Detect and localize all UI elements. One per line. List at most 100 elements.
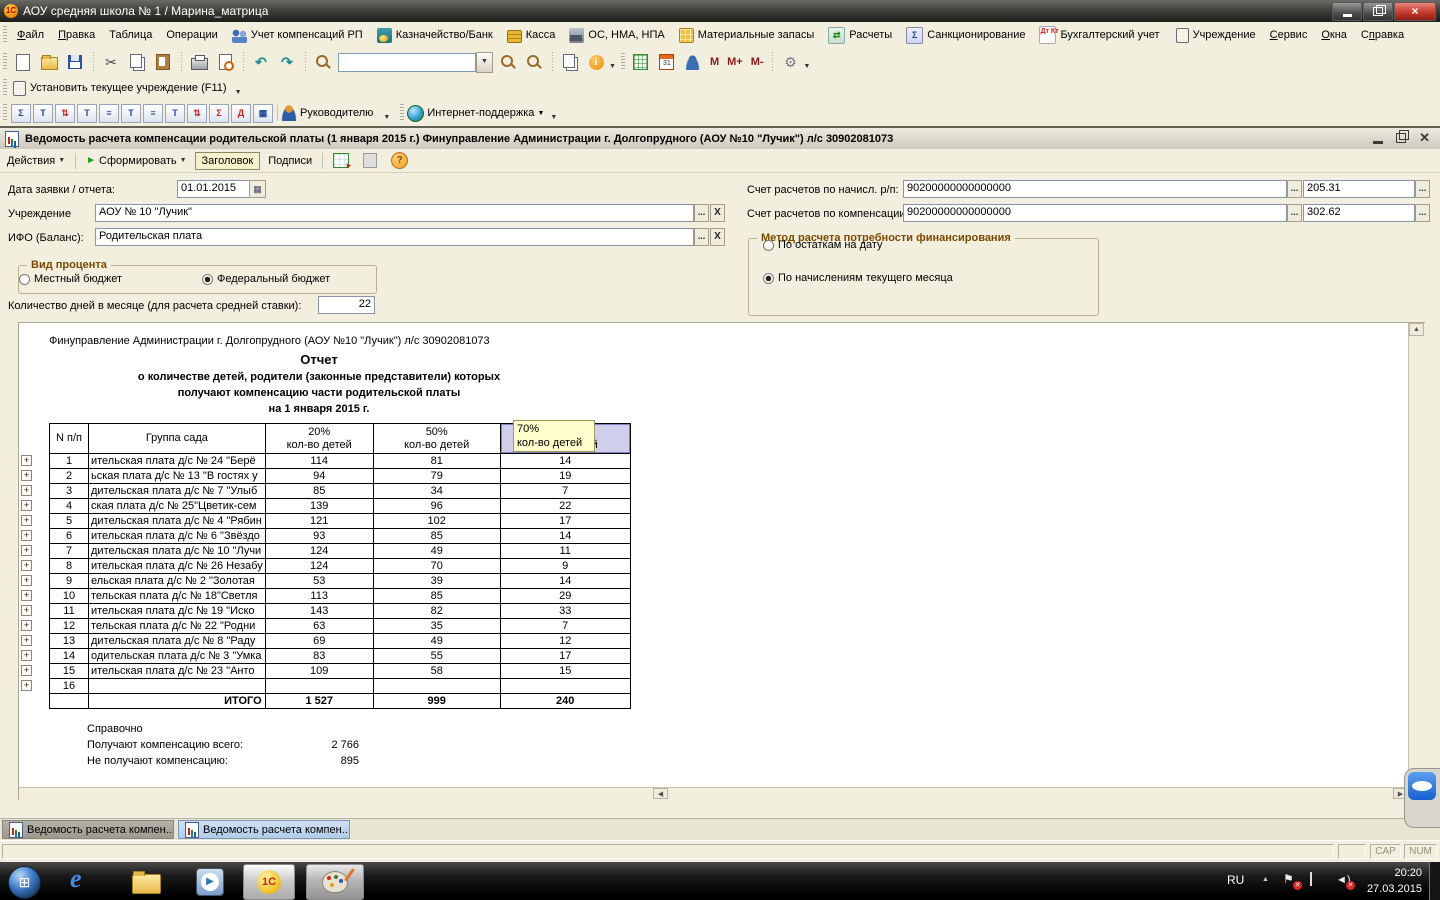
ifo-clear-button[interactable]: X [710,228,725,246]
table-row[interactable]: 6ительская плата д/с № 6 "Звёздо938514 [50,529,631,544]
1c-taskbar-button[interactable]: 1С [243,864,295,900]
account-accrual-code-select-button[interactable]: ... [1415,180,1430,198]
table-cell[interactable]: 58 [373,664,500,679]
account-accrual-input[interactable]: 90200000000000000 [903,180,1287,198]
teamviewer-panel[interactable] [1404,768,1440,828]
table-cell[interactable]: 9 [500,559,630,574]
expand-row-button[interactable]: + [21,605,32,616]
institution-select-button[interactable]: ... [694,204,709,222]
account-comp-input[interactable]: 90200000000000000 [903,204,1287,222]
tools-dropdown-icon[interactable]: ▼ [804,63,811,70]
expand-row-button[interactable]: + [21,560,32,571]
save-icon[interactable] [63,50,87,74]
table-row[interactable]: 2ьская плата д/с № 13 "В гостях у947919 [50,469,631,484]
radio-option[interactable]: По начислениям текущего месяца [763,272,953,284]
table-cell[interactable]: дительская плата д/с № 4 "Рябин [89,514,266,529]
table-cell[interactable]: 7 [500,619,630,634]
menu-item-правка[interactable]: Правка [51,22,102,48]
account-comp-code-input[interactable]: 302.62 [1303,204,1415,222]
table-cell[interactable]: ельская плата д/с № 2 "Золотая [89,574,266,589]
search-combobox[interactable]: ▼ [338,52,493,73]
table-row[interactable]: 7дительская плата д/с № 10 "Лучи1244911 [50,544,631,559]
menu-item-ос-нма-нпа[interactable]: ОС, НМА, НПА [562,22,671,48]
expand-row-button[interactable]: + [21,500,32,511]
clock[interactable]: 20:20 27.03.2015 [1350,865,1422,897]
account-accrual-code-input[interactable]: 205.31 [1303,180,1415,198]
menu-item-санкционирование[interactable]: ΣСанкционирование [899,22,1032,48]
mdi-tab-active[interactable]: Ведомость расчета компен... [178,820,350,839]
language-indicator[interactable]: RU [1227,873,1244,887]
table-cell[interactable]: 17 [500,649,630,664]
table-cell[interactable]: 124 [265,559,373,574]
table-cell[interactable]: 16 [50,679,89,694]
internet-explorer-icon[interactable]: e [70,864,82,894]
report-canvas[interactable]: Финуправление Администрации г. Долгопруд… [18,322,1425,800]
help-icon[interactable]: ? [385,150,414,171]
doc-close-button[interactable]: ✕ [1419,131,1430,145]
table-cell[interactable]: 22 [500,499,630,514]
tray-expand-icon[interactable]: ▲ [1262,876,1269,883]
table-cell[interactable]: 49 [373,544,500,559]
menu-item-окна[interactable]: Окна [1314,22,1354,48]
copy-icon[interactable] [125,50,149,74]
expand-row-button[interactable]: + [21,680,32,691]
date-calendar-icon[interactable]: ▦ [249,180,266,198]
table-cell[interactable]: дительская плата д/с № 7 "Улыб [89,484,266,499]
table-row[interactable]: 14одительская плата д/с № 3 "Умка835517 [50,649,631,664]
account-comp-code-select-button[interactable]: ... [1415,204,1430,222]
table-cell[interactable]: дительская плата д/с № 10 "Лучи [89,544,266,559]
table-header[interactable]: Группа сада [89,424,266,454]
doc-list-icon[interactable]: ≡ [143,104,163,123]
print-preview-icon[interactable] [213,50,237,74]
table-cell[interactable]: 14 [500,454,630,469]
table-cell[interactable]: 109 [265,664,373,679]
paint-taskbar-button[interactable] [306,864,364,900]
set-institution-dropdown-icon[interactable]: ▼ [235,89,242,96]
menu-item-учреждение[interactable]: Учреждение [1167,22,1263,48]
cut-icon[interactable]: ✂ [99,50,123,74]
table-cell[interactable]: 53 [265,574,373,589]
table-cell[interactable]: 10 [50,589,89,604]
menu-item-сервис[interactable]: Сервис [1263,22,1315,48]
show-desktop-button[interactable] [1429,862,1440,900]
calendar-icon[interactable]: 31 [655,50,679,74]
table-cell[interactable]: 7 [500,484,630,499]
copy-window-icon[interactable] [558,50,582,74]
table-cell[interactable]: 11 [500,544,630,559]
internet-support-button[interactable]: Интернет-поддержка [427,107,534,119]
table-cell[interactable]: тельская плата д/с № 18"Светля [89,589,266,604]
volume-icon[interactable]: ◄)✕ [1336,873,1351,887]
table-cell[interactable]: 34 [373,484,500,499]
menu-item-учет-компенсаций-рп[interactable]: Учет компенсаций РП [225,22,370,48]
table-cell[interactable]: 14 [50,649,89,664]
table-row[interactable]: 10тельская плата д/с № 18"Светля1138529 [50,589,631,604]
close-button[interactable]: × [1394,2,1436,21]
scroll-left-icon[interactable]: ◀ [653,788,668,799]
mdi-tab[interactable]: Ведомость расчета компен... [2,820,174,839]
table-cell[interactable]: 3 [50,484,89,499]
zoom-t-icon[interactable]: Т [77,104,97,123]
expand-row-button[interactable]: + [21,575,32,586]
table-cell[interactable]: 70 [373,559,500,574]
doc-minimize-button[interactable] [1373,141,1383,144]
table-cell[interactable]: 139 [265,499,373,514]
table-cell[interactable]: 15 [50,664,89,679]
date-input[interactable]: 01.01.2015 [177,180,250,198]
media-player-icon[interactable]: ▶ [196,868,224,896]
table-row[interactable]: 11ительская плата д/с № 19 "Иско1438233 [50,604,631,619]
expand-row-button[interactable]: + [21,620,32,631]
account-accrual-select-button[interactable]: ... [1287,180,1302,198]
ifo-select-button[interactable]: ... [694,228,709,246]
table-cell[interactable]: 6 [50,529,89,544]
expand-row-button[interactable]: + [21,530,32,541]
radio-icon[interactable] [19,274,30,285]
table-cell[interactable]: 19 [500,469,630,484]
export-table-icon[interactable] [327,151,355,170]
internet-support-dropdown-icon[interactable]: ▼ [550,114,557,121]
report-table[interactable]: N п/пГруппа сада20% кол-во детей50% кол-… [49,423,631,709]
table-cell[interactable]: 14 [500,529,630,544]
restore-button[interactable] [1363,2,1393,21]
radio-option[interactable]: По остаткам на дату [763,239,883,251]
table-cell[interactable]: одительская плата д/с № 3 "Умка [89,649,266,664]
table-cell[interactable] [373,679,500,694]
